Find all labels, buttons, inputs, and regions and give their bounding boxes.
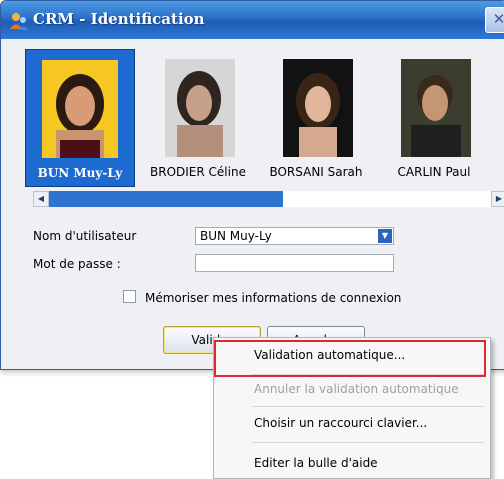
user-photo bbox=[165, 59, 235, 157]
user-name: BUN Muy-Ly bbox=[37, 166, 123, 180]
close-icon: ✕ bbox=[492, 10, 504, 28]
user-card-carlin[interactable]: CARLIN Paul bbox=[379, 49, 489, 187]
title-bar[interactable]: CRM - Identification ✕ bbox=[1, 1, 504, 39]
close-button[interactable]: ✕ bbox=[485, 7, 504, 33]
login-window: CRM - Identification ✕ BUN Muy-Ly BRODIE… bbox=[0, 0, 504, 370]
username-dropdown[interactable]: BUN Muy-Ly ▼ bbox=[195, 227, 394, 245]
menu-item-label: Choisir un raccourci clavier... bbox=[254, 416, 428, 430]
chevron-down-icon[interactable]: ▼ bbox=[378, 229, 392, 243]
menu-item-label: Editer la bulle d'aide bbox=[254, 456, 378, 470]
remember-label[interactable]: Mémoriser mes informations de connexion bbox=[145, 291, 401, 305]
user-name: BORSANI Sarah bbox=[269, 165, 363, 179]
menu-separator bbox=[252, 406, 484, 407]
remember-checkbox[interactable] bbox=[123, 290, 136, 303]
menu-item-edit-tooltip[interactable]: Editer la bulle d'aide bbox=[254, 456, 378, 470]
users-icon bbox=[10, 13, 28, 30]
menu-item-shortcut[interactable]: Choisir un raccourci clavier... bbox=[254, 416, 427, 430]
highlight-annotation bbox=[214, 340, 486, 377]
user-name: CARLIN Paul bbox=[397, 165, 471, 179]
password-label: Mot de passe : bbox=[33, 257, 121, 271]
window-title: CRM - Identification bbox=[33, 10, 205, 28]
user-card-bun[interactable]: BUN Muy-Ly bbox=[25, 49, 135, 187]
user-name: BRODIER Céline bbox=[150, 165, 246, 179]
user-photo bbox=[401, 59, 471, 157]
user-photo bbox=[42, 60, 118, 158]
photo-scrollbar[interactable]: ◀ ▶ bbox=[33, 191, 504, 207]
user-photo bbox=[283, 59, 353, 157]
username-value: BUN Muy-Ly bbox=[200, 229, 272, 243]
scroll-right-icon[interactable]: ▶ bbox=[491, 191, 504, 207]
username-label: Nom d'utilisateur bbox=[33, 229, 137, 243]
user-card-borsani[interactable]: BORSANI Sarah bbox=[261, 49, 371, 187]
menu-item-label: Annuler la validation automatique bbox=[254, 382, 459, 396]
user-card-brodier[interactable]: BRODIER Céline bbox=[143, 49, 253, 187]
scroll-left-icon[interactable]: ◀ bbox=[33, 191, 49, 207]
password-field[interactable] bbox=[195, 254, 394, 272]
user-photo-list[interactable]: BUN Muy-Ly BRODIER Céline BORSANI Sarah bbox=[25, 49, 504, 189]
menu-separator bbox=[252, 442, 484, 443]
scroll-thumb[interactable] bbox=[49, 191, 283, 207]
menu-item-cancel-auto-validation: Annuler la validation automatique bbox=[254, 382, 459, 396]
